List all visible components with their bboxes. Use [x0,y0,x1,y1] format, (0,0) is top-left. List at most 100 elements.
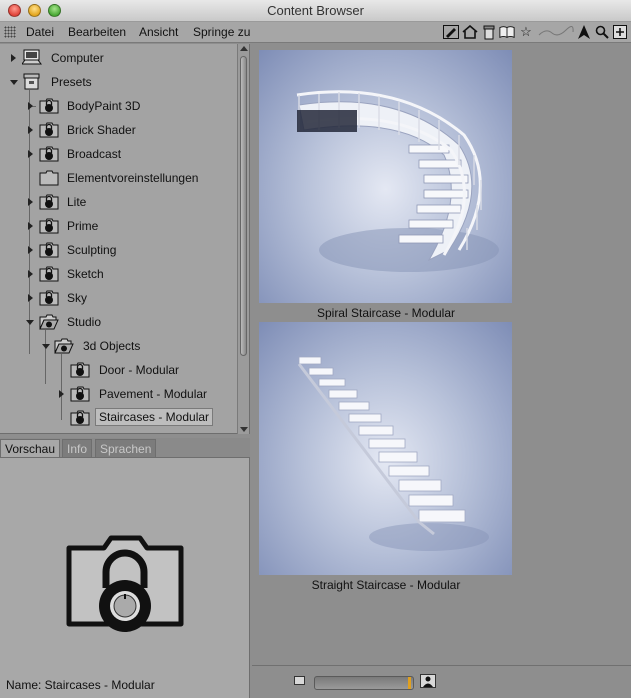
small-thumbnail-icon[interactable] [294,676,305,685]
expand-arrow-icon[interactable] [11,54,16,62]
open-locked-folder-icon [39,313,59,330]
home-icon[interactable] [462,24,478,40]
tree-item-prime[interactable]: Prime [0,214,236,238]
scrollbar-thumb[interactable] [240,56,247,356]
locked-folder-icon [39,121,59,138]
tree-item-bodypaint-3d[interactable]: BodyPaint 3D [0,94,236,118]
collapse-arrow-icon[interactable] [10,80,18,85]
locked-folder-icon [39,193,59,210]
expand-arrow-icon[interactable] [28,150,33,158]
menu-datei[interactable]: Datei [26,25,54,39]
menu-springe-zu[interactable]: Springe zu [193,25,250,39]
scribble-icon [538,24,574,40]
open-locked-folder-icon [54,337,74,354]
locked-folder-icon [39,217,59,234]
tab-sprachen[interactable]: Sprachen [95,439,157,457]
book-icon[interactable] [499,24,515,40]
tree-item-staircases-modular[interactable]: Staircases - Modular [0,406,236,430]
zoom-bar [252,665,631,698]
menu-bar: Datei Bearbeiten Ansicht Springe zu ☆ [0,22,631,43]
tree-item-label: 3d Objects [83,339,141,353]
tree-item-sketch[interactable]: Sketch [0,262,236,286]
tree-item-label: Sketch [67,267,104,281]
tree-item-sky[interactable]: Sky [0,286,236,310]
tile-caption: Spiral Staircase - Modular [316,306,456,320]
locked-folder-icon [39,241,59,258]
tree-item-label: Computer [51,51,104,65]
tree-scrollbar[interactable] [237,44,249,434]
tree-item-3d-objects[interactable]: 3d Objects [0,334,236,358]
tree-item-label: BodyPaint 3D [67,99,141,113]
content-tile[interactable]: Straight Staircase - Modular [252,322,520,594]
preview-name: Name: Staircases - Modular [6,678,155,692]
tree-item-label: Presets [51,75,92,89]
tree-item-label: Sculpting [67,243,117,257]
locked-folder-icon [39,145,59,162]
expand-arrow-icon[interactable] [28,102,33,110]
expand-arrow-icon[interactable] [59,390,64,398]
tree-item-broadcast[interactable]: Broadcast [0,142,236,166]
preview-panel: Name: Staircases - Modular [0,457,250,698]
tree-item-pavement-modular[interactable]: Pavement - Modular [0,382,236,406]
scroll-down-arrow-icon[interactable] [240,427,248,432]
tree-item-computer[interactable]: Computer [0,46,236,70]
expand-arrow-icon[interactable] [28,246,33,254]
tree-item-sculpting[interactable]: Sculpting [0,238,236,262]
tree-item-brick-shader[interactable]: Brick Shader [0,118,236,142]
expand-arrow-icon[interactable] [28,222,33,230]
tree-item-label: Broadcast [67,147,122,161]
spiral-staircase-thumbnail[interactable] [259,50,512,303]
tree-item-label: Staircases - Modular [95,408,214,426]
locked-folder-icon [70,409,90,426]
locked-folder-icon [70,361,90,378]
tree-item-studio[interactable]: Studio [0,310,236,334]
tree-panel: Computer Presets BodyPaint 3D Brick Shad… [0,44,250,434]
expand-arrow-icon[interactable] [28,198,33,206]
locked-folder-icon [39,97,59,114]
search-icon[interactable] [594,24,610,40]
star-icon[interactable]: ☆ [518,24,534,40]
cursor-icon[interactable] [576,24,592,40]
tree-item-door-modular[interactable]: Door - Modular [0,358,236,382]
tree-item-label: Pavement - Modular [99,387,208,401]
zoom-slider-handle[interactable] [408,677,411,689]
trash-icon[interactable] [481,24,497,40]
collapse-arrow-icon[interactable] [26,320,34,325]
tab-info[interactable]: Info [62,439,93,457]
tree-item-label: Lite [67,195,87,209]
tree-item-label: Studio [67,315,102,329]
menu-bearbeiten[interactable]: Bearbeiten [68,25,126,39]
tile-caption: Straight Staircase - Modular [311,578,461,592]
tree-item-presets[interactable]: Presets [0,70,236,94]
title-bar: Content Browser [0,0,631,22]
menu-ansicht[interactable]: Ansicht [139,25,178,39]
large-locked-folder-icon [64,528,186,632]
locked-folder-icon [70,385,90,402]
add-icon[interactable] [612,24,628,40]
info-tabs: Vorschau Info Sprachen [0,438,250,457]
window-title: Content Browser [267,3,364,18]
large-thumbnail-icon[interactable] [420,674,436,688]
tree-item-label: Elementvoreinstellungen [67,171,199,185]
tree-item-label: Sky [67,291,88,305]
content-grid: Spiral Staircase - Modular Straight Stai… [252,44,631,664]
tree-item-label: Prime [67,219,99,233]
folder-icon [39,169,59,186]
archive-icon [22,73,42,90]
content-tile[interactable]: Spiral Staircase - Modular [252,50,520,322]
pencil-icon[interactable] [443,24,459,40]
zoom-slider[interactable] [314,676,414,690]
tree-item-lite[interactable]: Lite [0,190,236,214]
locked-folder-icon [39,289,59,306]
expand-arrow-icon[interactable] [28,270,33,278]
grip-icon[interactable] [4,26,16,38]
expand-arrow-icon[interactable] [28,126,33,134]
collapse-arrow-icon[interactable] [42,344,50,349]
tab-vorschau[interactable]: Vorschau [0,439,61,457]
computer-icon [21,49,42,66]
tree-item-label: Brick Shader [67,123,136,137]
tree-item-elementvoreinstellungen[interactable]: Elementvoreinstellungen [0,166,236,190]
expand-arrow-icon[interactable] [28,294,33,302]
scroll-up-arrow-icon[interactable] [240,46,248,51]
straight-staircase-thumbnail[interactable] [259,322,512,575]
